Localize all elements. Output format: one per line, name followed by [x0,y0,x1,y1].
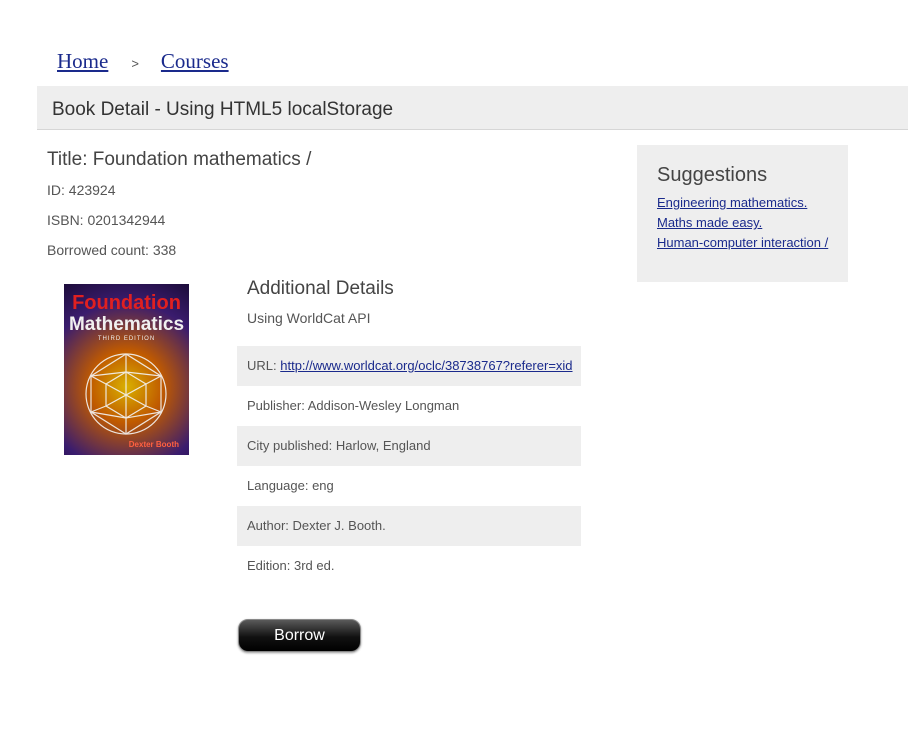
list-item: Human-computer interaction / [657,233,828,253]
list-item: Maths made easy. [657,213,828,233]
list-item: Engineering mathematics. [657,193,828,213]
book-cover-image: Foundation Mathematics THIRD EDITION Dex… [64,284,189,455]
suggestion-link[interactable]: Maths made easy. [657,215,762,230]
book-title: Title: Foundation mathematics / [47,149,312,170]
detail-edition: Edition: 3rd ed. [247,558,335,573]
suggestion-link[interactable]: Engineering mathematics. [657,195,807,210]
detail-url-label: URL: [247,358,281,373]
suggestion-link[interactable]: Human-computer interaction / [657,235,828,250]
book-id: ID: 423924 [47,182,116,198]
suggestions-title: Suggestions [657,164,768,186]
borrow-button[interactable]: Borrow [238,619,361,652]
additional-details-subtitle: Using WorldCat API [247,310,371,326]
breadcrumb-courses-link[interactable]: Courses [161,49,229,73]
book-isbn: ISBN: 0201342944 [47,212,166,228]
cover-title-line2: Mathematics [68,314,185,335]
cover-author: Dexter Booth [128,440,179,449]
page-title: Book Detail - Using HTML5 localStorage [52,99,394,120]
suggestions-panel: Suggestions Engineering mathematics. Mat… [637,145,848,282]
book-borrowed-count: Borrowed count: 338 [47,242,177,258]
geodesic-sphere-icon [85,353,167,435]
detail-url-row: URL: http://www.worldcat.org/oclc/387387… [237,346,581,386]
additional-details-title: Additional Details [247,278,394,299]
breadcrumb: Home > Courses [57,49,229,74]
cover-edition: THIRD EDITION [97,336,156,342]
detail-city: City published: Harlow, England [237,426,581,466]
suggestions-list: Engineering mathematics. Maths made easy… [657,193,828,253]
breadcrumb-separator: > [131,56,139,71]
worldcat-url-link[interactable]: http://www.worldcat.org/oclc/38738767?re… [280,358,572,373]
breadcrumb-home-link[interactable]: Home [57,49,108,73]
detail-language: Language: eng [247,478,334,493]
page-header: Book Detail - Using HTML5 localStorage [37,86,908,130]
detail-author: Author: Dexter J. Booth. [237,506,581,546]
detail-publisher: Publisher: Addison-Wesley Longman [247,398,460,413]
cover-title-line1: Foundation [72,292,181,314]
